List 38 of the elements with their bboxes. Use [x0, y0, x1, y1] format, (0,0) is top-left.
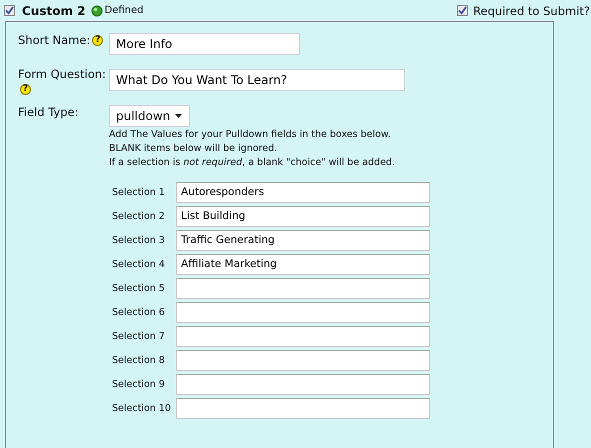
selection-field[interactable]: Affiliate Marketing	[176, 254, 430, 274]
help-text: BLANK items below will be ignored.	[109, 142, 278, 156]
selection-field[interactable]	[176, 350, 430, 370]
caret-icon	[175, 114, 182, 118]
status-label: Defined	[104, 5, 144, 16]
selection-field[interactable]	[176, 278, 430, 298]
text-field[interactable]: What Do You Want To Learn?	[109, 69, 405, 91]
selection-label: Selection 4	[112, 258, 166, 270]
selection-field[interactable]	[176, 302, 430, 322]
selection-field[interactable]	[176, 374, 430, 394]
field-label: Field Type:	[18, 105, 78, 119]
selection-field[interactable]	[176, 398, 430, 418]
selection-label: Selection 3	[112, 234, 166, 246]
field-label: Form Question:	[18, 67, 106, 81]
required-checkbox[interactable]	[457, 5, 468, 16]
field-label: Short Name:	[18, 33, 90, 47]
selection-field[interactable]	[176, 326, 430, 346]
selection-field[interactable]: Autoresponders	[176, 182, 430, 202]
selection-label: Selection 1	[112, 186, 166, 198]
help-icon[interactable]: ?	[92, 35, 104, 46]
help-text: Add The Values for your Pulldown fields in the boxes below.	[109, 128, 392, 142]
selection-label: Selection 5	[112, 282, 166, 294]
selection-label: Selection 6	[112, 306, 166, 318]
selection-label: Selection 9	[112, 378, 166, 390]
help-text: If a selection is not required, a blank "choice" will be added.	[109, 156, 395, 170]
status-dot-icon	[90, 4, 103, 16]
help-icon[interactable]: ?	[20, 84, 31, 96]
selection-label: Selection 10	[112, 402, 172, 414]
selection-field[interactable]: Traffic Generating	[176, 230, 430, 250]
selection-field[interactable]: List Building	[176, 206, 430, 226]
field-type-dropdown[interactable]: pulldown	[109, 105, 190, 127]
required-label: Required to Submit?	[473, 4, 590, 18]
field-title: Custom 2	[22, 4, 86, 18]
selection-label: Selection 2	[112, 210, 166, 222]
text-field[interactable]: More Info	[109, 33, 300, 55]
checkbox[interactable]	[4, 5, 15, 16]
selection-label: Selection 8	[112, 354, 166, 366]
selection-label: Selection 7	[112, 330, 166, 342]
